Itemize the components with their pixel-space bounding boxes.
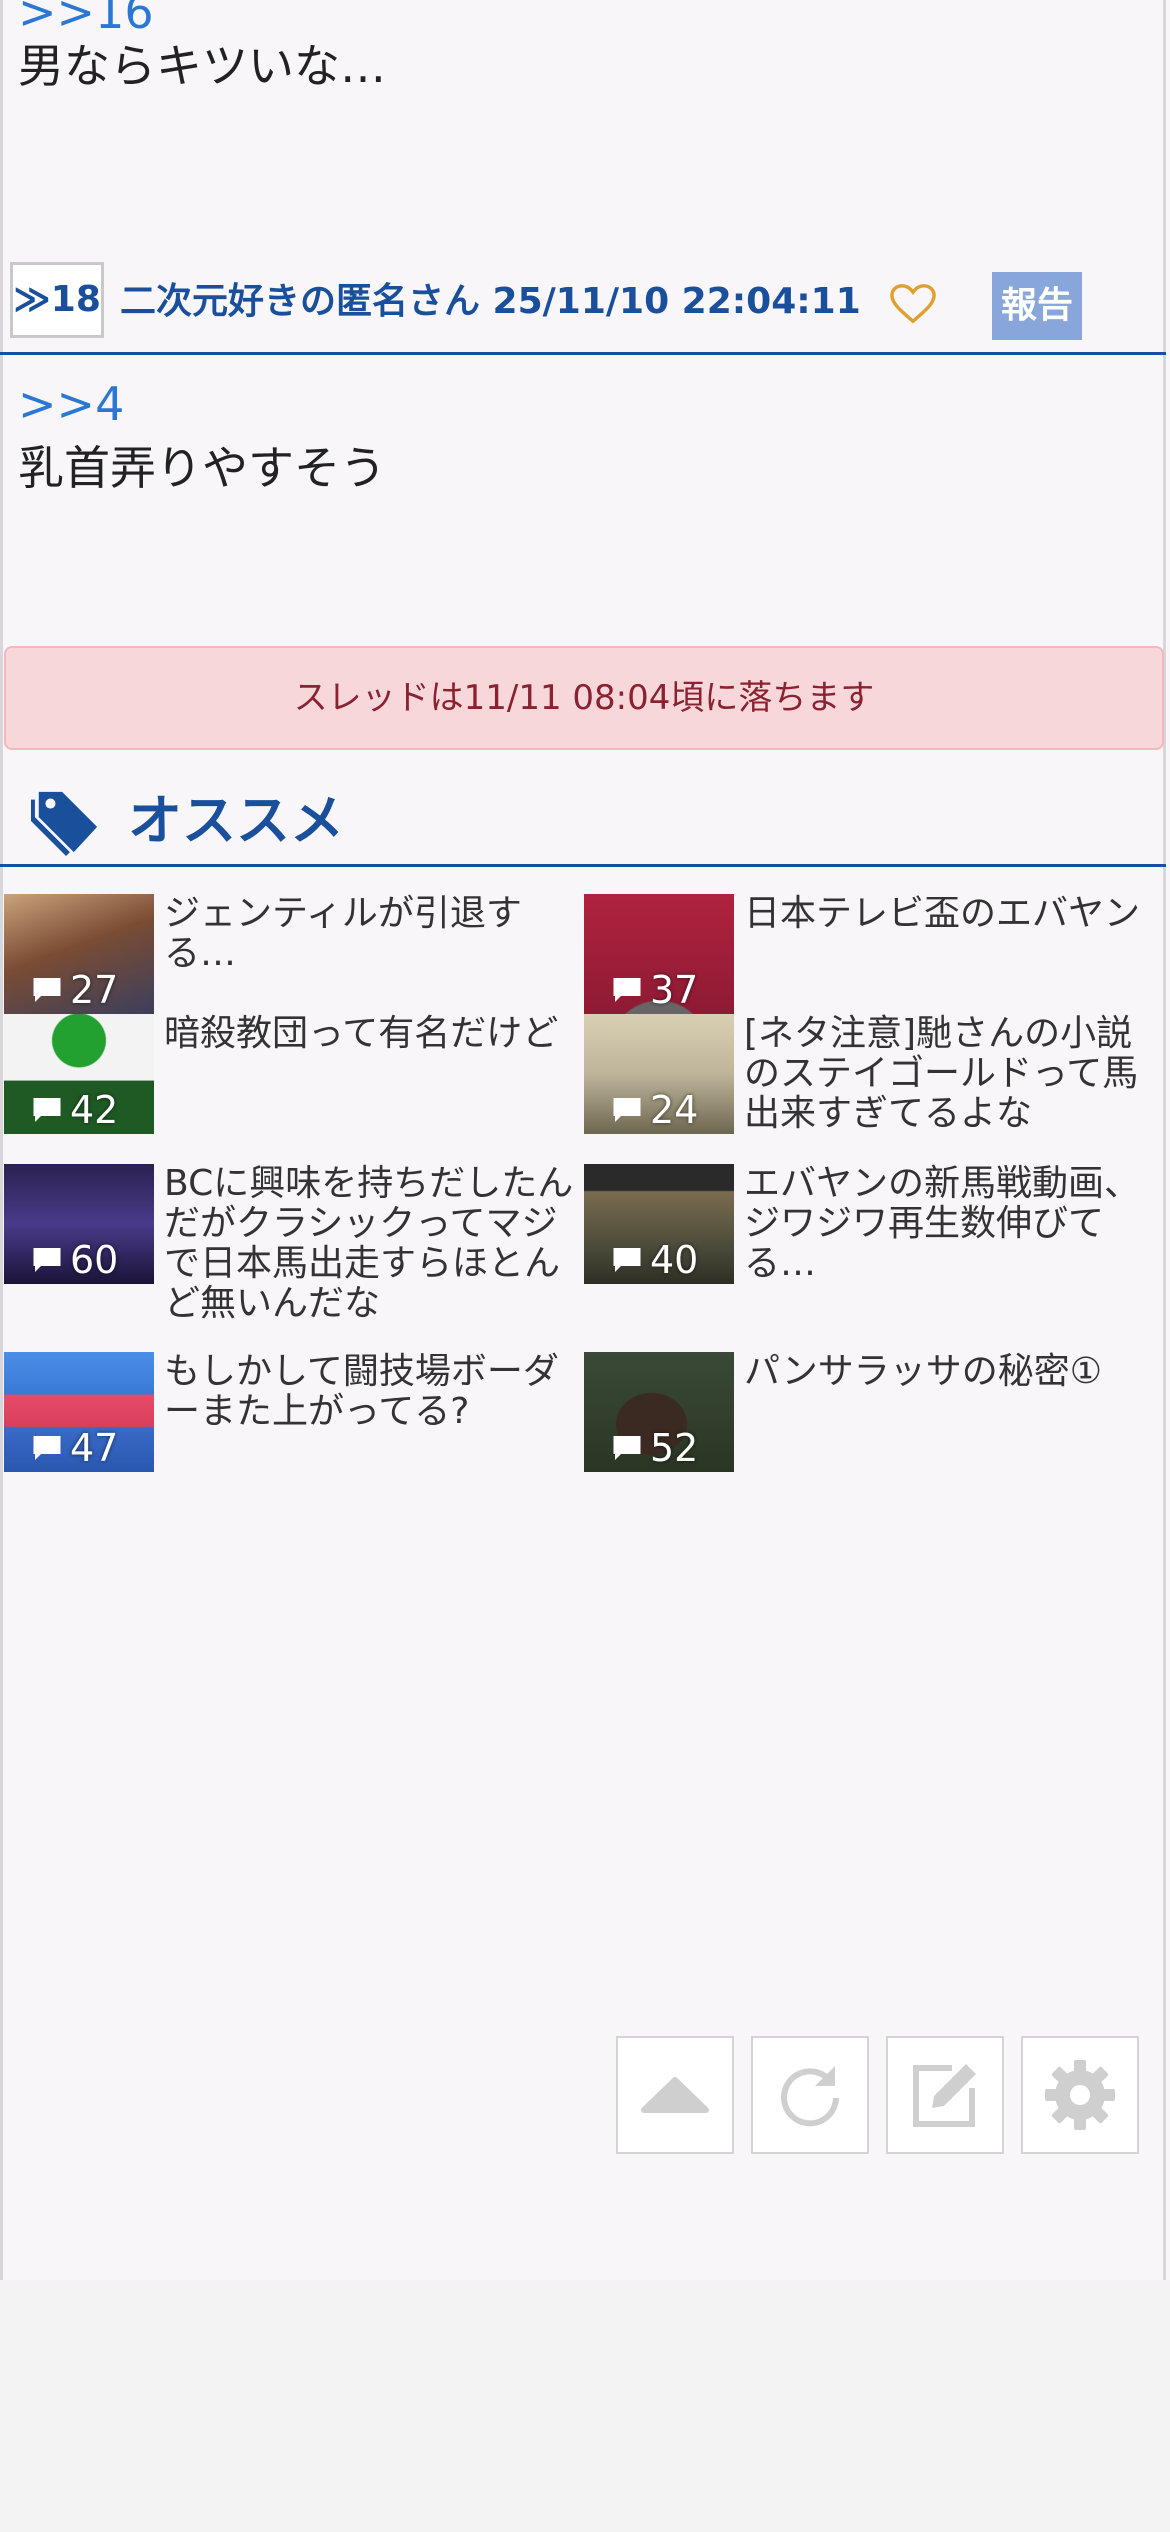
thread-thumbnail: 42 [4,1014,154,1134]
post-text: 男ならキツいな… [18,39,386,93]
post-18-body: >>4 乳首弄りやすそう [18,378,386,496]
comment-count: 40 [612,1238,698,1282]
comment-icon [33,978,61,1002]
thread-title[interactable]: 暗殺教団って有名だけど [164,1014,582,1054]
thread-title[interactable]: ジェンティルが引退する… [164,894,582,974]
comment-icon [33,1436,61,1460]
post-text: 乳首弄りやすそう [18,441,386,495]
report-button[interactable]: 報告 [992,272,1082,340]
reply-anchor-link[interactable]: >>16 [18,0,386,38]
thread-thumbnail: 40 [584,1164,734,1284]
comment-icon [33,1098,61,1122]
post-number[interactable]: ≫18 [10,262,104,338]
footer-area [0,2280,1170,2532]
tag-icon [31,791,98,857]
post-16-reply: >>16 男ならキツいな… [18,0,386,94]
thread-expiry-notice: スレッドは11/11 08:04頃に落ちます [4,646,1164,750]
post-header: ≫18 二次元好きの匿名さん 25/11/10 22:04:11 報告 [0,258,1166,355]
write-button[interactable] [886,2036,1004,2154]
thread-thumbnail: 24 [584,1014,734,1134]
reply-anchor-link[interactable]: >>4 [18,378,386,430]
comment-count: 52 [612,1426,698,1470]
triangle-up-icon [641,2077,709,2113]
thread-title[interactable]: パンサラッサの秘密① [744,1352,1162,1392]
thread-thumbnail: 37 [584,894,734,1014]
scroll-top-button[interactable] [616,2036,734,2154]
settings-button[interactable] [1021,2036,1139,2154]
edit-icon [913,2064,976,2127]
refresh-icon [781,2066,839,2127]
thread-thumbnail: 27 [4,894,154,1014]
comment-icon [613,1248,641,1272]
thread-title[interactable]: もしかして闘技場ボーダーまた上がってる? [164,1352,582,1432]
thread-thumbnail: 52 [584,1352,734,1472]
comment-count: 47 [32,1426,118,1470]
comment-icon [613,978,641,1002]
heart-icon[interactable] [890,282,936,326]
thread-title[interactable]: エバヤンの新馬戦動画、ジワジワ再生数伸びてる… [744,1164,1162,1284]
thread-title[interactable]: [ネタ注意]馳さんの小説のステイゴールドって馬出来すぎてるよな [744,1014,1162,1134]
comment-icon [613,1436,641,1460]
comment-count: 27 [32,968,118,1012]
thread-thumbnail: 60 [4,1164,154,1284]
comment-count: 24 [612,1088,698,1132]
thread-title[interactable]: BCに興味を持ちだしたんだがクラシックってマジで日本馬出走すらほとんど無いんだな [164,1164,582,1324]
post-author-date: 二次元好きの匿名さん 25/11/10 22:04:11 [120,281,861,322]
comment-count: 42 [32,1088,118,1132]
comment-count: 60 [32,1238,118,1282]
comment-icon [33,1248,61,1272]
recommend-header: オススメ [0,780,1166,867]
gear-icon [1045,2060,1115,2130]
comment-icon [613,1098,641,1122]
comment-count: 37 [612,968,698,1012]
reload-button[interactable] [751,2036,869,2154]
thread-title[interactable]: 日本テレビ盃のエバヤン [744,894,1162,934]
recommend-title: オススメ [128,789,344,852]
thread-thumbnail: 47 [4,1352,154,1472]
